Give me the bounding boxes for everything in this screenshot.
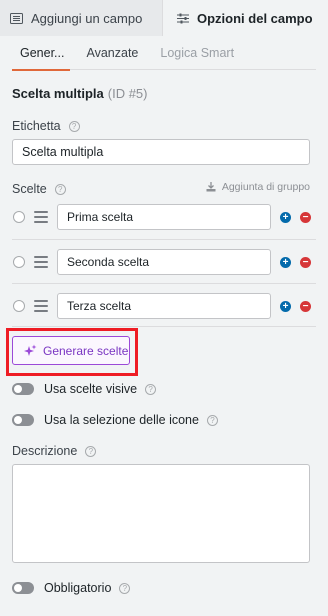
visual-choices-label: Usa scelte visive (44, 382, 138, 396)
choice-input[interactable]: Seconda scelta (57, 249, 271, 275)
label-field-label: Etichetta ? (12, 119, 80, 133)
required-label: Obbligatorio (44, 581, 112, 595)
field-id: (ID #5) (107, 86, 148, 101)
choice-radio[interactable] (13, 256, 25, 268)
tab-add-field-label: Aggiungi un campo (31, 10, 143, 26)
field-name: Scelta multipla (12, 86, 104, 101)
label-input[interactable]: Scelta multipla (12, 139, 310, 165)
drag-handle-icon[interactable] (34, 300, 48, 312)
help-icon[interactable]: ? (85, 445, 97, 457)
generate-choices-button[interactable]: Generare scelte (12, 336, 130, 365)
help-icon[interactable]: ? (145, 383, 157, 395)
visual-choices-toggle[interactable] (12, 383, 34, 395)
tab-field-options[interactable]: Opzioni del campo (163, 0, 328, 36)
tab-add-field[interactable]: Aggiungi un campo (0, 0, 163, 36)
choices-label: Scelte ? (12, 182, 66, 196)
subtab-general[interactable]: Gener... (12, 36, 72, 71)
drag-handle-icon[interactable] (34, 256, 48, 268)
add-choice-button[interactable]: + (280, 301, 291, 312)
remove-choice-button[interactable]: − (300, 212, 311, 223)
toggle-required: Obbligatorio ? (12, 581, 131, 595)
help-icon[interactable]: ? (206, 414, 218, 426)
choice-input[interactable]: Terza scelta (57, 293, 271, 319)
choice-row: Seconda scelta + − (12, 239, 316, 283)
choice-radio[interactable] (13, 300, 25, 312)
description-label: Descrizione ? (12, 444, 97, 458)
icon-choices-label: Usa la selezione delle icone (44, 413, 199, 427)
generate-choices-label: Generare scelte (43, 343, 129, 358)
choice-radio[interactable] (13, 211, 25, 223)
sliders-icon (177, 13, 189, 24)
description-textarea[interactable] (12, 464, 310, 563)
field-title: Scelta multipla (ID #5) (12, 86, 147, 101)
bulk-add-link[interactable]: Aggiunta di gruppo (206, 181, 310, 193)
divider (12, 326, 316, 327)
toggle-icon-choices: Usa la selezione delle icone ? (12, 413, 218, 427)
choice-input[interactable]: Prima scelta (57, 204, 271, 230)
choice-row: Prima scelta + − (12, 196, 316, 240)
help-icon[interactable]: ? (119, 582, 131, 594)
help-icon[interactable]: ? (54, 183, 66, 195)
list-icon (10, 12, 23, 24)
subtab-smart-logic[interactable]: Logica Smart (160, 36, 234, 70)
choices-label-text: Scelte (12, 182, 47, 196)
toggle-visual-choices: Usa scelte visive ? (12, 382, 157, 396)
sub-tabs: Gener... Avanzate Logica Smart (12, 36, 316, 71)
subtab-advanced[interactable]: Avanzate (86, 36, 138, 70)
add-choice-button[interactable]: + (280, 257, 291, 268)
required-toggle[interactable] (12, 582, 34, 594)
remove-choice-button[interactable]: − (300, 301, 311, 312)
add-choice-button[interactable]: + (280, 212, 291, 223)
remove-choice-button[interactable]: − (300, 257, 311, 268)
drag-handle-icon[interactable] (34, 211, 48, 223)
label-field-text: Etichetta (12, 119, 61, 133)
tab-field-options-label: Opzioni del campo (197, 10, 313, 26)
download-icon (206, 182, 216, 192)
description-label-text: Descrizione (12, 444, 78, 458)
sparkle-icon (23, 344, 37, 358)
bulk-add-label: Aggiunta di gruppo (221, 181, 310, 193)
icon-choices-toggle[interactable] (12, 414, 34, 426)
top-tabs: Aggiungi un campo Opzioni del campo (0, 0, 328, 36)
help-icon[interactable]: ? (68, 120, 80, 132)
choice-row: Terza scelta + − (12, 283, 316, 327)
